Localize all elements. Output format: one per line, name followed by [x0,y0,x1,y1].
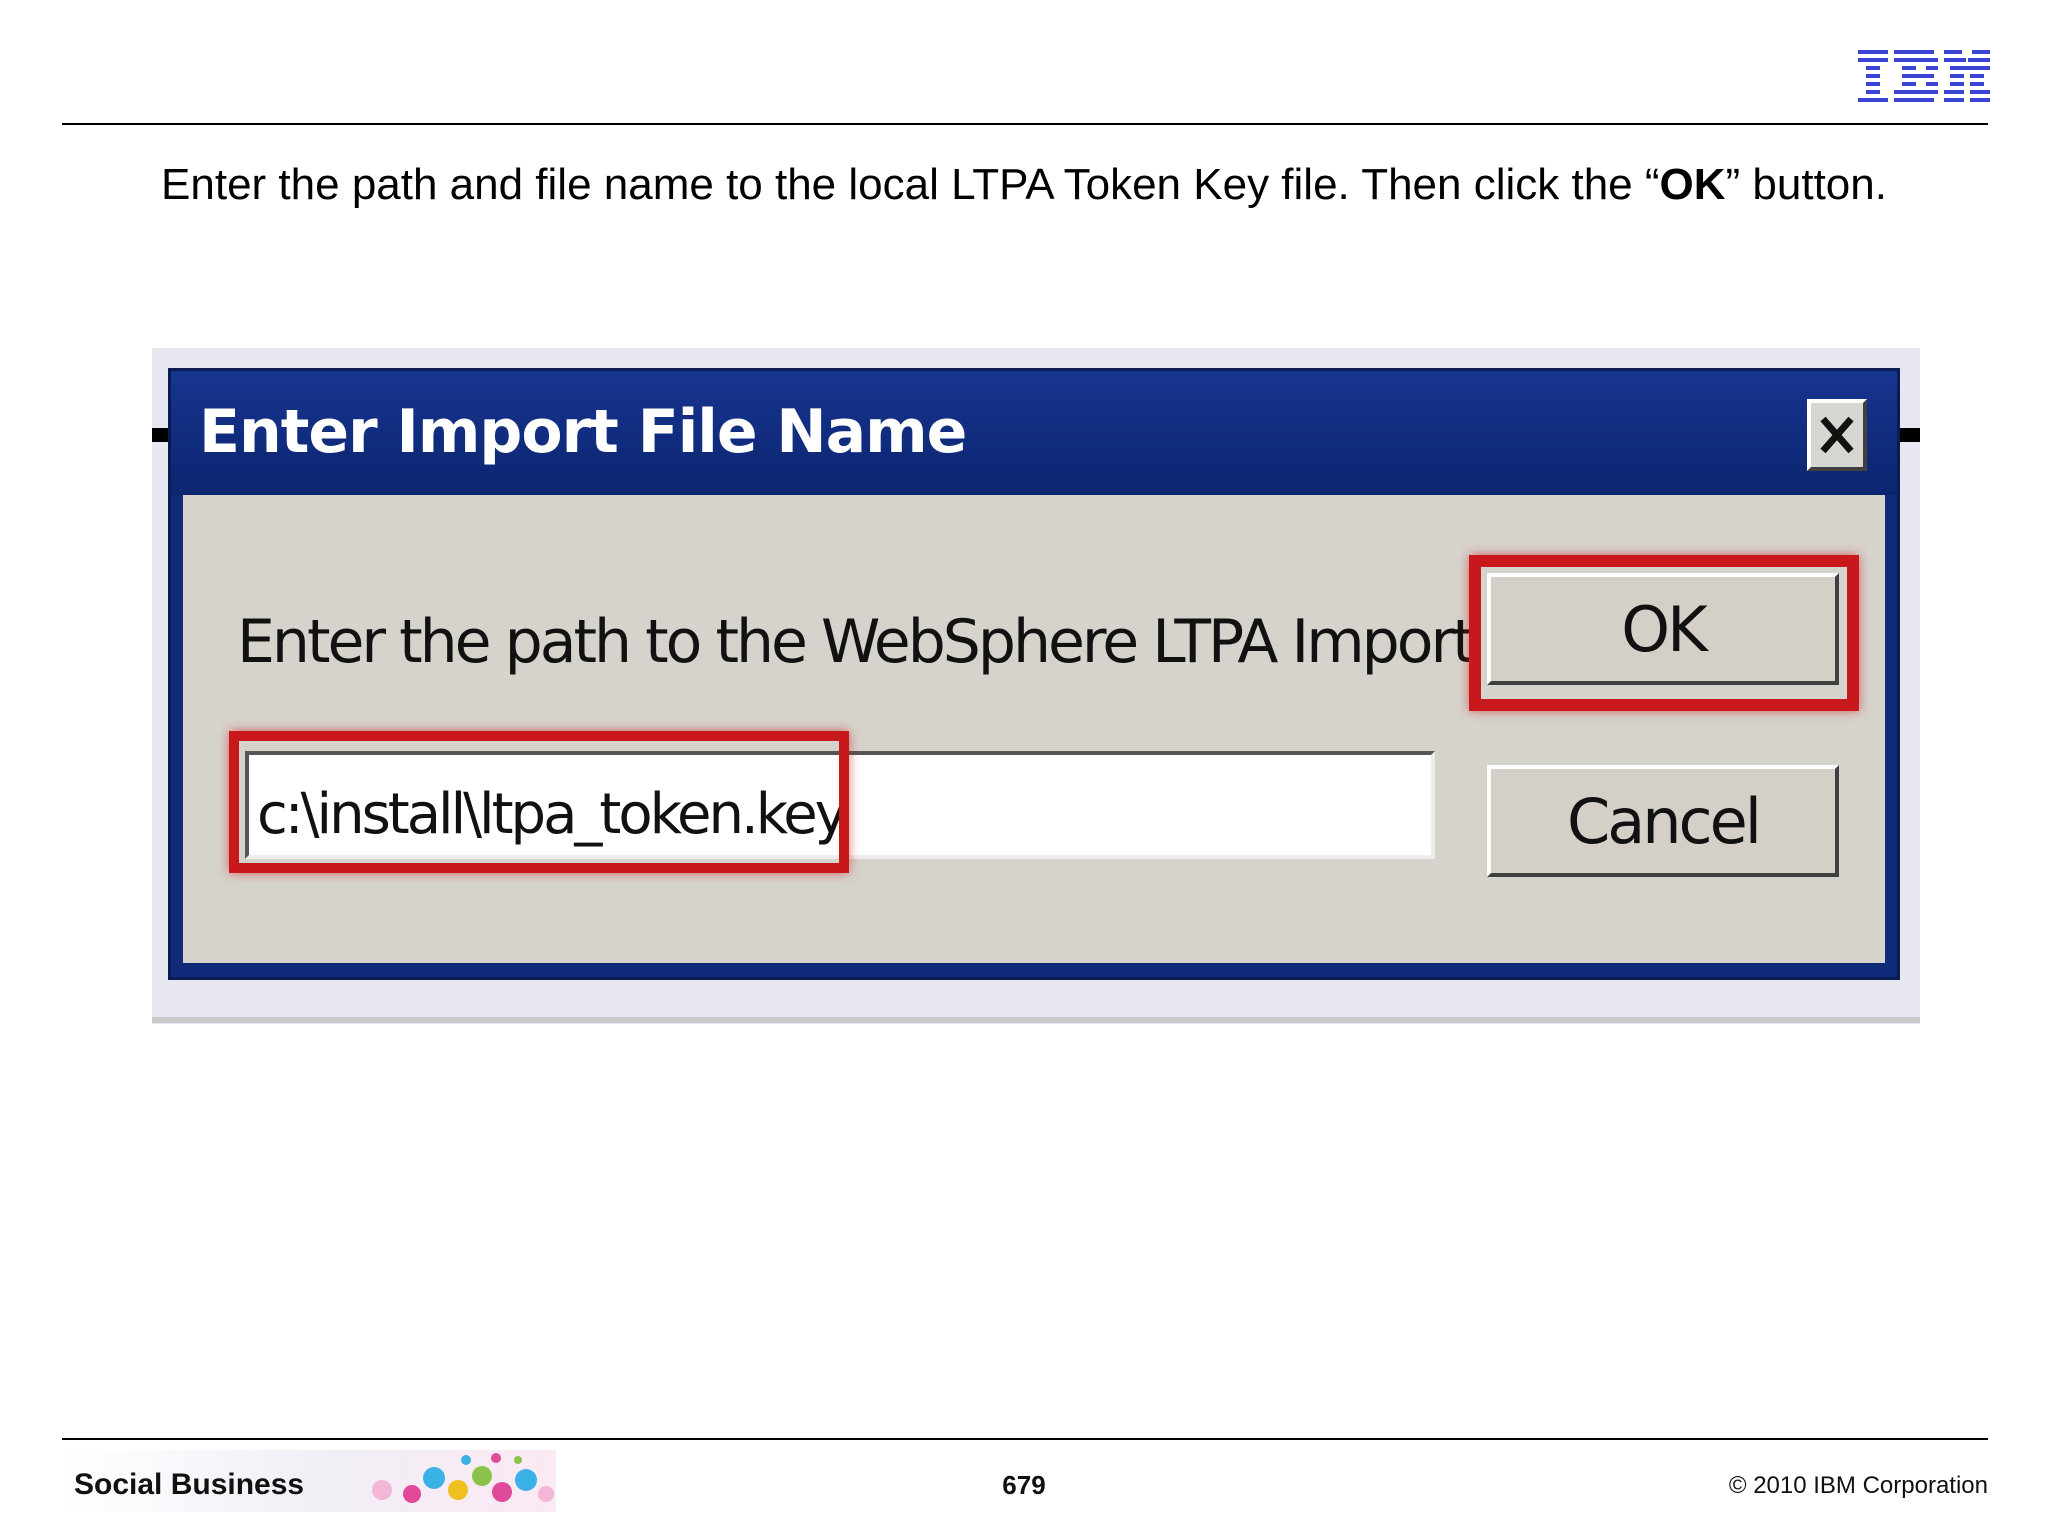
dialog-title: Enter Import File Name [199,397,967,467]
import-file-dialog: Enter Import File Name Enter the path to… [168,368,1900,980]
header-divider [62,123,1988,125]
ibm-logo [1858,50,1990,102]
ok-button[interactable]: OK [1487,573,1839,685]
dialog-body: Enter the path to the WebSphere LTPA Imp… [183,495,1885,963]
dialog-titlebar[interactable]: Enter Import File Name [171,371,1897,495]
instruction-text: Enter the path and file name to the loca… [161,160,1887,209]
path-prompt-label: Enter the path to the WebSphere LTPA Imp… [237,607,1588,677]
close-button[interactable] [1807,399,1867,471]
path-input[interactable] [245,751,1435,859]
footer-divider [62,1438,1988,1440]
instruction-ok-emphasis: OK [1659,160,1726,209]
cancel-button[interactable]: Cancel [1487,765,1839,877]
close-icon [1820,416,1854,454]
backdrop-bottom-line [152,1017,1920,1023]
copyright-text: © 2010 IBM Corporation [1728,1472,1988,1499]
